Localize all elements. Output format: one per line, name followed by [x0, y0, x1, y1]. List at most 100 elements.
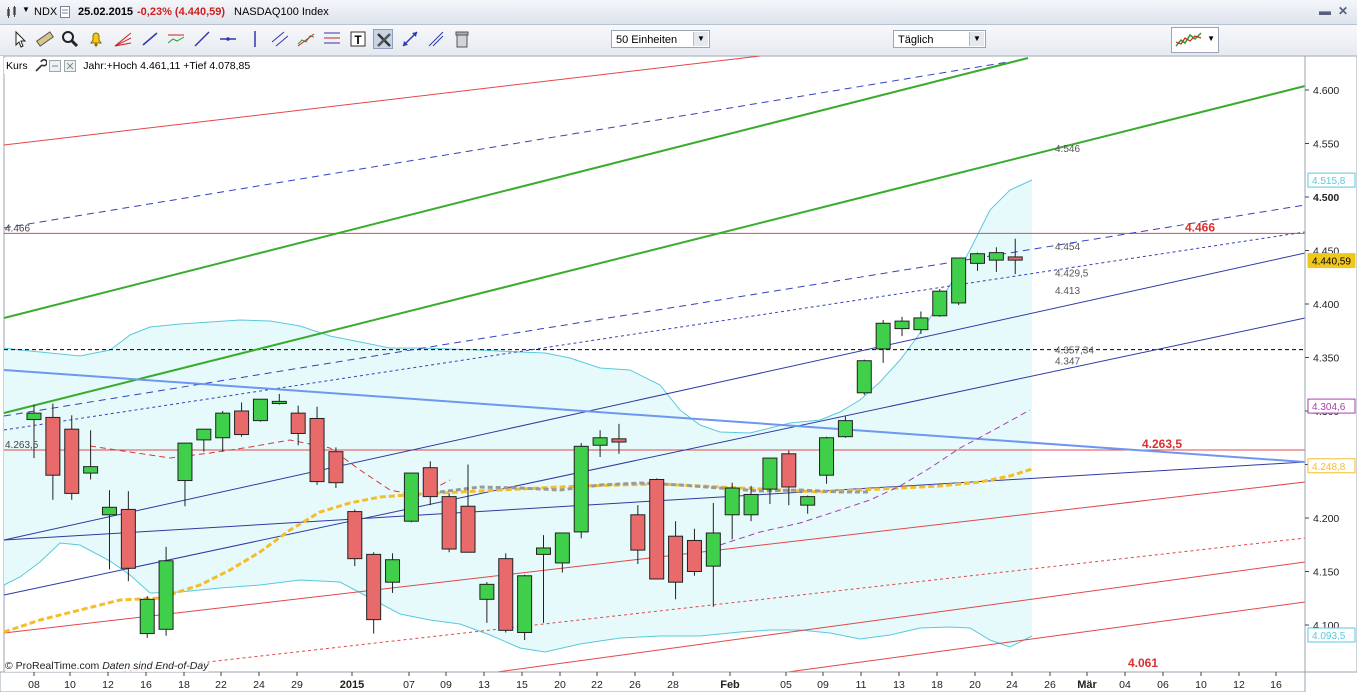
vertical-line-icon[interactable]	[245, 29, 265, 49]
wrench-icon[interactable]	[33, 59, 47, 73]
x-tick-label: 22	[591, 679, 603, 691]
red-level-label: 4.466	[1185, 220, 1215, 234]
regression-icon[interactable]	[296, 29, 316, 49]
candle-body	[932, 290, 948, 317]
indicators-button[interactable]: ▼	[1171, 27, 1219, 53]
symbol-dropdown-icon[interactable]: ▼	[22, 5, 30, 14]
minimize-icon[interactable]: ▬	[1318, 4, 1332, 18]
candle-body	[592, 437, 608, 446]
candle-body	[705, 532, 721, 567]
axis-value-tag: 4.248,8	[1307, 458, 1356, 474]
candle-body	[762, 457, 778, 490]
x-tick-label: 20	[969, 679, 981, 691]
candle[interactable]	[309, 406, 325, 485]
level-label: 4.454	[1055, 242, 1080, 253]
indicator-chart-icon	[1175, 32, 1202, 47]
x-tick-label: Feb	[720, 679, 740, 691]
candle-body	[743, 493, 759, 516]
x-tick-label: Mär	[1077, 679, 1097, 691]
chevron-down-icon[interactable]: ▼	[969, 32, 984, 46]
alert-bell-icon[interactable]	[86, 29, 106, 49]
period-select[interactable]: Täglich ▼	[893, 30, 986, 48]
candle-body	[988, 252, 1004, 261]
candle-body	[177, 442, 193, 482]
zoom-icon[interactable]	[60, 29, 80, 49]
candle-body	[781, 453, 797, 488]
level-label: 4.429,5	[1055, 268, 1089, 279]
x-tick-label: 18	[931, 679, 943, 691]
hide-icon[interactable]	[49, 60, 62, 72]
candle-body	[517, 575, 533, 633]
axis-value-tag: 4.093,5	[1307, 627, 1356, 643]
candle-body	[366, 553, 382, 621]
ray-icon[interactable]	[192, 29, 212, 49]
delete-icon[interactable]	[64, 60, 77, 72]
x-tick-label: 15	[516, 679, 528, 691]
fibonacci-fan-icon[interactable]	[113, 29, 133, 49]
level-label: 4.546	[1055, 144, 1080, 155]
axis-tag-text: 4.248,8	[1312, 462, 1346, 473]
x-tick-label: 29	[291, 679, 303, 691]
chevron-down-icon[interactable]: ▼	[693, 32, 708, 46]
candle-body	[158, 560, 174, 630]
y-tick-label: 4.550	[1313, 139, 1339, 151]
x-tick-label: 24	[253, 679, 265, 691]
trendline-icon[interactable]	[140, 29, 160, 49]
x-tick-label: 10	[1195, 679, 1207, 691]
candle[interactable]	[328, 447, 344, 489]
fibonacci-levels-icon[interactable]	[322, 29, 342, 49]
candle-body	[611, 438, 627, 443]
tools-icon[interactable]	[373, 29, 393, 49]
document-icon[interactable]	[60, 6, 70, 18]
candle[interactable]	[573, 443, 589, 539]
candle[interactable]	[932, 289, 948, 317]
candle-body	[498, 558, 514, 631]
channel-icon[interactable]	[166, 29, 186, 49]
red-level-label: 4.061	[1128, 656, 1158, 670]
x-tick-label: 06	[1157, 679, 1169, 691]
expand-line-icon[interactable]	[400, 29, 420, 49]
candle[interactable]	[517, 574, 533, 640]
candle[interactable]	[498, 553, 514, 633]
close-icon[interactable]: ✕	[1336, 4, 1350, 18]
text-tool-icon[interactable]: T	[348, 29, 368, 49]
axis-value-tag: 4.440,59	[1307, 253, 1356, 269]
candle[interactable]	[951, 257, 967, 306]
candle[interactable]	[441, 493, 457, 553]
axis-value-tag: 4.515,8	[1307, 172, 1356, 188]
legend-label: Kurs	[6, 60, 28, 72]
candle-body	[1007, 256, 1023, 261]
x-tick-label: 2015	[340, 679, 364, 691]
units-select[interactable]: 50 Einheiten ▼	[611, 30, 710, 48]
candle[interactable]	[856, 359, 872, 395]
candle-body	[724, 487, 740, 516]
pointer-icon[interactable]	[10, 29, 30, 49]
axis-value-tag: 4.304,6	[1307, 398, 1356, 414]
instrument-name: NASDAQ100 Index	[234, 6, 329, 18]
parallel-lines-icon[interactable]	[270, 29, 290, 49]
candle[interactable]	[649, 478, 665, 580]
candle[interactable]	[347, 509, 363, 567]
price-chart[interactable]: 4.546 4.454 4.429,5 4.413 4.357,344.347 4.466…	[0, 56, 1357, 692]
axis-tag-text: 4.440,59	[1312, 257, 1351, 268]
candle[interactable]	[403, 472, 419, 523]
level-label: 4.347	[1055, 357, 1080, 368]
extend-lines-icon[interactable]	[426, 29, 446, 49]
x-tick-label: 18	[178, 679, 190, 691]
candle[interactable]	[252, 398, 268, 422]
chevron-down-icon[interactable]: ▼	[1207, 34, 1215, 43]
copyright-text: © ProRealTime.com	[5, 660, 100, 672]
units-select-value: 50 Einheiten	[616, 34, 678, 46]
candle-body	[856, 360, 872, 394]
symbol-label[interactable]: NDX	[34, 6, 57, 18]
candle-body	[668, 535, 684, 583]
candle-body	[385, 559, 401, 583]
axis-tag-text: 4.515,8	[1312, 176, 1346, 187]
trash-icon[interactable]	[452, 29, 472, 49]
candle[interactable]	[139, 596, 155, 638]
axis-tag-text: 4.093,5	[1312, 631, 1346, 642]
horizontal-line-icon[interactable]	[218, 29, 238, 49]
candle-body	[479, 583, 495, 600]
ruler-icon[interactable]	[35, 29, 55, 49]
red-level-label: 4.263,5	[1142, 437, 1182, 451]
